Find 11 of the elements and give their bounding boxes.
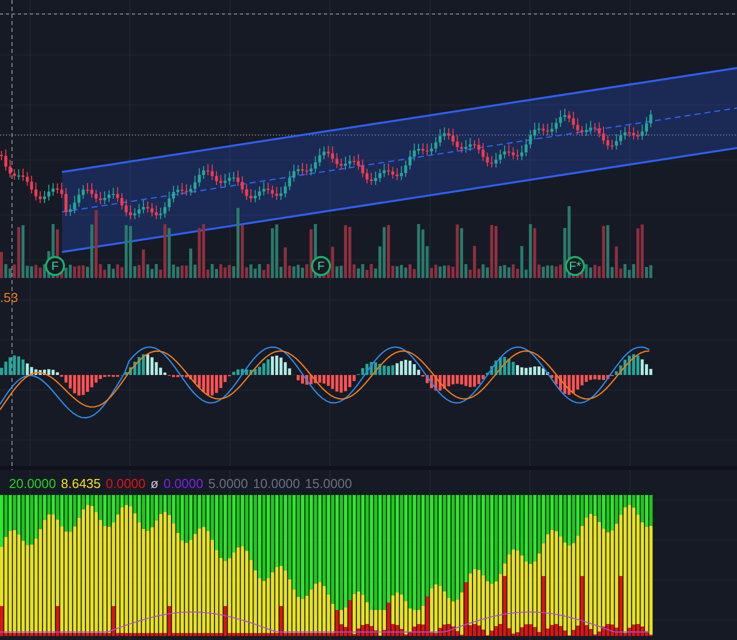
legend-value: 8.6435 xyxy=(61,476,101,492)
signal-marker[interactable]: F xyxy=(45,256,65,276)
legend-value: 15.0000 xyxy=(305,476,352,492)
legend-value: 20.0000 xyxy=(9,476,56,492)
legend-value: 5.0000 xyxy=(208,476,248,492)
price-label: .53 xyxy=(0,289,18,307)
legend-value: 10.0000 xyxy=(253,476,300,492)
legend-value: 0.0000 xyxy=(106,476,146,492)
legend-value: 0.0000 xyxy=(163,476,204,492)
legend-value: ø xyxy=(150,476,158,492)
signal-marker[interactable]: F* xyxy=(565,256,585,276)
